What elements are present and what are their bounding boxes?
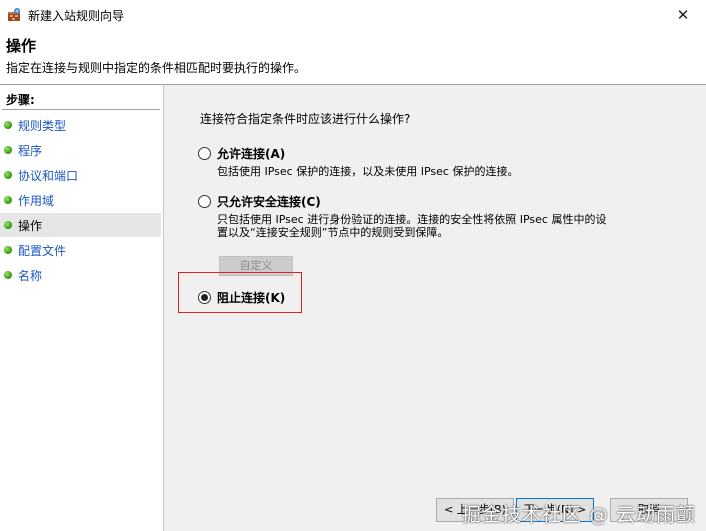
firewall-icon: [6, 7, 22, 23]
green-dot-icon: [4, 121, 12, 129]
sidebar-item-rule-type[interactable]: 规则类型: [0, 113, 161, 137]
title-bar: 新建入站规则向导 ✕: [0, 0, 706, 30]
sidebar-item-program[interactable]: 程序: [0, 138, 161, 162]
allow-secure-label[interactable]: 只允许安全连接(C): [217, 193, 321, 210]
wizard-header: 操作 指定在连接与规则中指定的条件相匹配时要执行的操作。: [0, 30, 706, 85]
sidebar-item-label: 规则类型: [18, 119, 67, 133]
allow-radio[interactable]: [198, 147, 211, 160]
window-title: 新建入站规则向导: [28, 9, 125, 23]
allow-secure-description-line1: 只包括使用 IPsec 进行身份验证的连接。连接的安全性将依照 IPsec 属性…: [217, 213, 607, 226]
sidebar-item-label: 作用域: [18, 194, 55, 208]
green-dot-icon: [4, 271, 12, 279]
green-dot-icon: [4, 246, 12, 254]
steps-divider: [2, 109, 160, 110]
green-dot-icon: [4, 196, 12, 204]
steps-title: 步骤:: [6, 93, 35, 107]
page-title: 操作: [6, 37, 37, 55]
highlight-annotation: [178, 272, 302, 313]
watermark-text: 掘金技术社区 @ 云动雨颤: [461, 504, 696, 526]
action-question: 连接符合指定条件时应该进行什么操作?: [200, 112, 411, 126]
allow-description: 包括使用 IPsec 保护的连接，以及未使用 IPsec 保护的连接。: [217, 165, 519, 178]
green-dot-icon: [4, 146, 12, 154]
sidebar-item-label: 程序: [18, 144, 43, 158]
allow-label[interactable]: 允许连接(A): [217, 145, 285, 162]
close-icon: ✕: [676, 6, 690, 24]
green-dot-icon: [4, 221, 12, 229]
sidebar-item-protocol-port[interactable]: 协议和端口: [0, 163, 161, 187]
sidebar-item-label: 名称: [18, 269, 43, 283]
steps-sidebar: 步骤: 规则类型 程序 协议和端口 作用域 操作 配置文件 名称: [0, 85, 164, 531]
close-button[interactable]: ✕: [660, 0, 706, 30]
sidebar-item-name[interactable]: 名称: [0, 263, 161, 287]
sidebar-item-label: 协议和端口: [18, 169, 79, 183]
sidebar-item-label: 配置文件: [18, 244, 67, 258]
sidebar-item-action[interactable]: 操作: [0, 213, 161, 237]
green-dot-icon: [4, 171, 12, 179]
main-panel: 连接符合指定条件时应该进行什么操作? 允许连接(A) 包括使用 IPsec 保护…: [164, 85, 706, 531]
sidebar-item-scope[interactable]: 作用域: [0, 188, 161, 212]
sidebar-item-label: 操作: [18, 219, 43, 233]
allow-secure-description-line2: 置以及“连接安全规则”节点中的规则受到保障。: [217, 226, 449, 239]
sidebar-item-profile[interactable]: 配置文件: [0, 238, 161, 262]
page-description: 指定在连接与规则中指定的条件相匹配时要执行的操作。: [6, 61, 307, 75]
allow-secure-radio[interactable]: [198, 195, 211, 208]
